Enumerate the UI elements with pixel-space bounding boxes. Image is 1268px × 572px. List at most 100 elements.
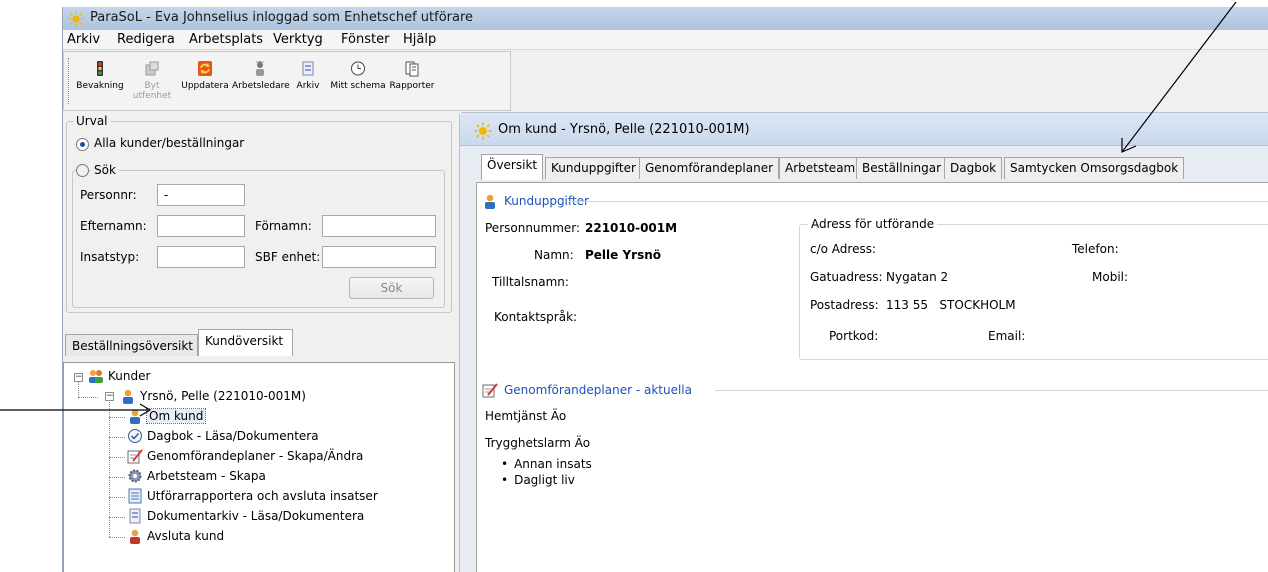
tree-item-avsluta-kund[interactable]: Avsluta kund — [127, 528, 224, 544]
tilltalsnamn-label: Tilltalsnamn: — [492, 275, 569, 289]
switch-unit-icon — [145, 61, 159, 76]
edit-document-icon — [482, 383, 498, 398]
menu-fonster[interactable]: Fönster — [341, 32, 389, 47]
collapse-kunder-toggle[interactable]: − — [74, 373, 83, 382]
report-icon — [405, 61, 419, 77]
gear-icon — [128, 469, 142, 483]
telefon-label: Telefon: — [1072, 242, 1119, 256]
bullet-annan-insats: Annan insats — [501, 457, 592, 471]
clock-icon — [351, 61, 365, 76]
tree-item-arbetsteam[interactable]: Arbetsteam - Skapa — [127, 468, 266, 484]
bullet-dagligt-liv: Dagligt liv — [501, 473, 575, 487]
menu-bar: Arkiv Redigera Arbetsplats Verktyg Fönst… — [63, 30, 1268, 50]
plan-item-hemtjanst: Hemtjänst Äo — [485, 409, 567, 423]
tab-bestallningsoversikt[interactable]: Beställningsöversikt — [65, 334, 198, 356]
sun-logo-icon — [68, 11, 84, 27]
om-kund-title-bar: Om kund - Yrsnö, Pelle (221010-001M) — [460, 113, 1268, 146]
urval-legend: Urval — [73, 114, 111, 128]
edit-document-icon — [127, 449, 143, 464]
byt-utfenhet-button[interactable]: Byt utfenhet — [126, 60, 178, 101]
personnummer-value: 221010-001M — [585, 221, 678, 235]
tab-oversikt[interactable]: Översikt — [481, 154, 544, 180]
tree-item-customer[interactable]: Yrsnö, Pelle (221010-001M) — [120, 388, 306, 404]
adress-legend: Adress för utförande — [808, 217, 938, 231]
tab-arbetsteam[interactable]: Arbetsteam — [779, 157, 862, 179]
traffic-light-icon — [97, 61, 103, 76]
mobil-label: Mobil: — [1092, 270, 1129, 284]
search-button[interactable]: Sök — [349, 277, 434, 299]
all-customers-label[interactable]: Alla kunder/beställningar — [94, 136, 244, 150]
bevakning-button[interactable]: Bevakning — [76, 60, 124, 91]
uppdatera-button[interactable]: Uppdatera — [180, 60, 230, 91]
person-remove-icon — [130, 529, 140, 544]
insatstyp-label: Insatstyp: — [80, 250, 140, 264]
insatstyp-input[interactable] — [157, 246, 245, 268]
tab-kunduppgifter[interactable]: Kunduppgifter — [545, 157, 642, 179]
tree-item-om-kund[interactable]: Om kund — [127, 408, 207, 424]
genomforandeplaner-header[interactable]: Genomförandeplaner - aktuella — [482, 382, 692, 398]
application-window: ParaSoL - Eva Johnselius inloggad som En… — [62, 7, 1268, 572]
report-list-icon — [128, 488, 142, 504]
tree-item-dagbok[interactable]: Dagbok - Läsa/Dokumentera — [127, 428, 319, 444]
left-panel: Urval Alla kunder/beställningar Sök Pers… — [63, 112, 455, 572]
email-label: Email: — [988, 329, 1026, 343]
personnr-input[interactable]: - — [157, 184, 245, 206]
plan-item-trygghetslarm: Trygghetslarm Äo — [485, 436, 591, 450]
arkiv-button[interactable]: Arkiv — [290, 60, 326, 91]
adress-group: Adress för utförande c/o Adress: Gatuadr… — [799, 217, 1268, 360]
window-title: ParaSoL - Eva Johnselius inloggad som En… — [90, 10, 474, 25]
efternamn-label: Efternamn: — [80, 219, 147, 233]
efternamn-input[interactable] — [157, 215, 245, 237]
search-radio[interactable] — [76, 164, 89, 177]
namn-value: Pelle Yrsnö — [585, 248, 662, 262]
tab-bestallningar[interactable]: Beställningar — [856, 157, 948, 179]
menu-arbetsplats[interactable]: Arbetsplats — [189, 32, 263, 47]
menu-verktyg[interactable]: Verktyg — [273, 32, 323, 47]
tree-item-dokumentarkiv[interactable]: Dokumentarkiv - Läsa/Dokumentera — [127, 508, 364, 524]
tab-samtycken-omsorgsdagbok[interactable]: Samtycken Omsorgsdagbok — [1004, 157, 1185, 179]
mitt-schema-button[interactable]: Mitt schema — [330, 60, 386, 91]
search-legend[interactable]: Sök — [91, 163, 119, 177]
fornamn-input[interactable] — [322, 215, 436, 237]
customer-tree: − Kunder − Yrsnö, Pelle (221010-001M) Om… — [63, 362, 455, 572]
tree-item-utforarrapportera[interactable]: Utförarrapportera och avsluta insatser — [127, 488, 378, 504]
clock-icon — [128, 429, 142, 443]
document-archive-icon — [129, 508, 141, 524]
personnr-label: Personnr: — [80, 188, 137, 202]
refresh-icon — [198, 61, 212, 76]
archive-icon — [302, 61, 314, 76]
fornamn-label: Förnamn: — [255, 219, 312, 233]
om-kund-title: Om kund - Yrsnö, Pelle (221010-001M) — [498, 122, 750, 137]
arbetsledare-button[interactable]: INFO Arbetsledare — [232, 60, 290, 91]
customers-group-icon — [89, 370, 103, 383]
person-icon — [485, 194, 495, 209]
person-icon — [123, 389, 133, 404]
namn-label: Namn: — [534, 248, 574, 262]
tree-item-genomforandeplaner[interactable]: Genomförandeplaner - Skapa/Ändra — [127, 448, 363, 464]
person-icon — [130, 409, 140, 424]
arbetsledare-icon: INFO — [256, 60, 264, 76]
tab-genomforandeplaner[interactable]: Genomförandeplaner — [639, 157, 780, 179]
svg-text:INFO: INFO — [256, 60, 264, 64]
sbf-enhet-label: SBF enhet: — [255, 250, 321, 264]
portkod-label: Portkod: — [829, 329, 879, 343]
toolbar-grip[interactable] — [68, 58, 71, 104]
tree-item-kunder[interactable]: Kunder — [88, 368, 150, 384]
toolbar: Bevakning Byt utfenhet Uppdatera INFO Ar… — [63, 51, 511, 111]
tab-dagbok[interactable]: Dagbok — [944, 157, 1003, 179]
gatuadress-value: Nygatan 2 — [886, 270, 949, 284]
menu-arkiv[interactable]: Arkiv — [67, 32, 100, 47]
title-bar: ParaSoL - Eva Johnselius inloggad som En… — [63, 7, 1268, 30]
co-adress-label: c/o Adress: — [810, 242, 877, 256]
menu-redigera[interactable]: Redigera — [117, 32, 175, 47]
rapporter-button[interactable]: Rapporter — [388, 60, 436, 91]
menu-hjalp[interactable]: Hjälp — [403, 32, 436, 47]
personnummer-label: Personnummer: — [485, 221, 581, 235]
oversikt-content: Kunduppgifter Personnummer: 221010-001M … — [476, 182, 1268, 572]
sbf-enhet-input[interactable] — [322, 246, 436, 268]
all-customers-radio[interactable] — [76, 138, 89, 151]
urval-group: Urval Alla kunder/beställningar Sök Pers… — [66, 114, 452, 313]
collapse-customer-toggle[interactable]: − — [105, 392, 114, 401]
tab-kundoversikt[interactable]: Kundöversikt — [198, 329, 293, 356]
postadress-value: 113 55 STOCKHOLM — [886, 298, 1016, 312]
